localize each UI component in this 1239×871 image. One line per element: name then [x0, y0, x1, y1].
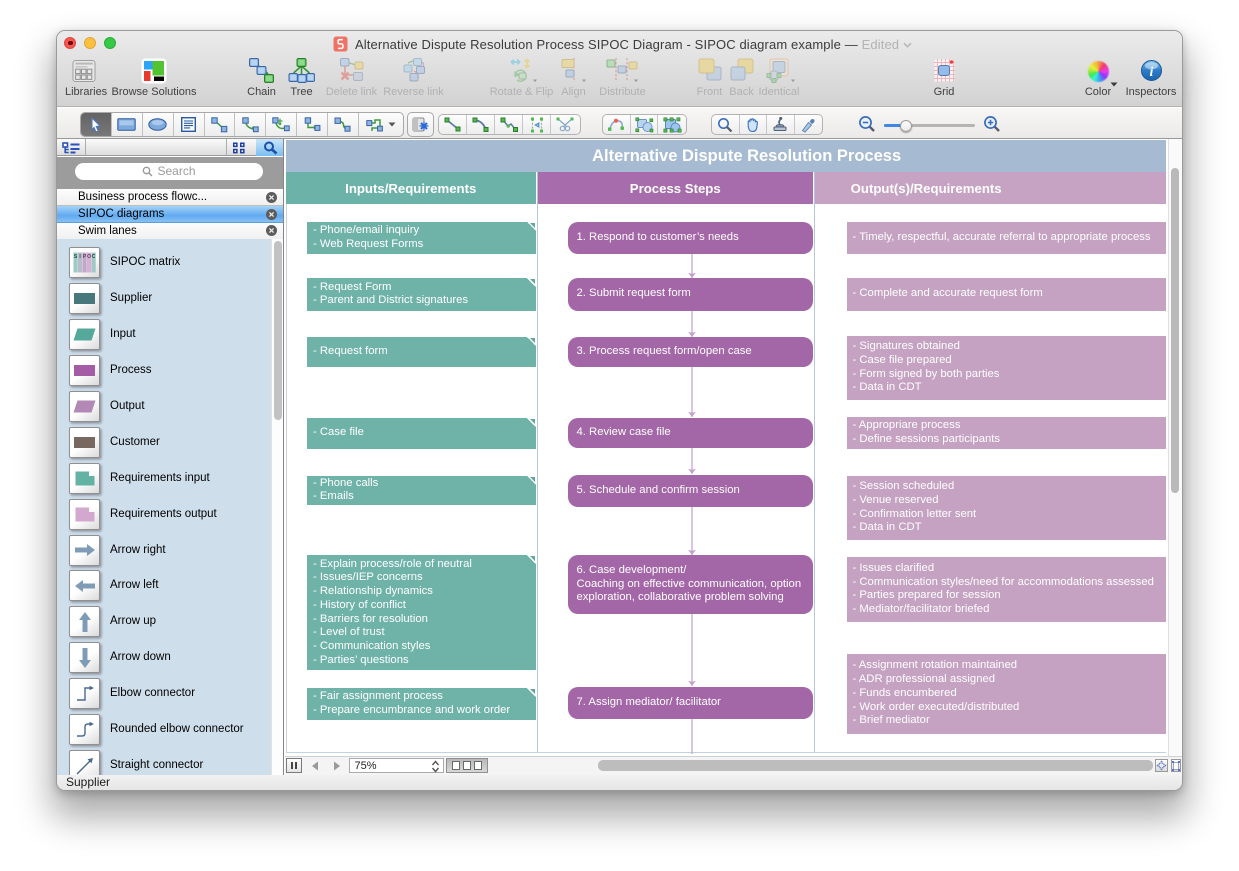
svg-text:C: C	[92, 254, 96, 260]
svg-text:i: i	[1149, 65, 1153, 80]
svg-text:O: O	[87, 254, 91, 260]
